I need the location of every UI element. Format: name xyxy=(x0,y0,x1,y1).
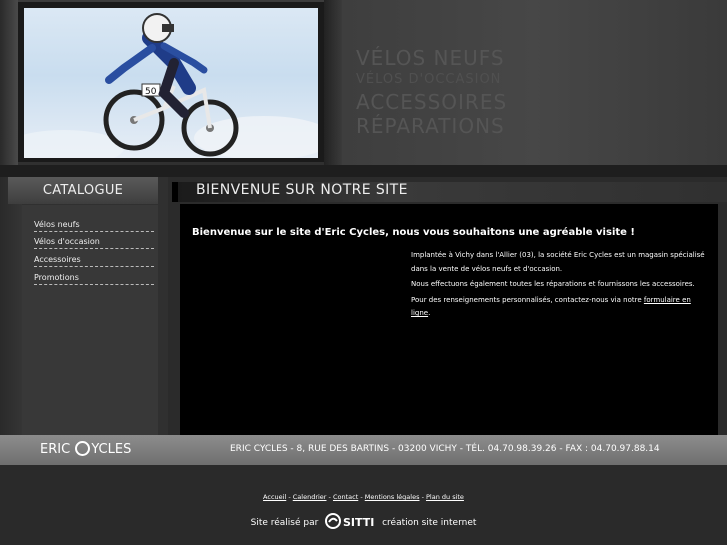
intro-text: Implantée à Vichy dans l'Allier (03), la… xyxy=(411,249,705,323)
sidebar-edge xyxy=(0,177,22,435)
credit-suffix: création site internet xyxy=(382,518,477,528)
footer-link-accueil[interactable]: Accueil xyxy=(263,493,286,501)
main-content-edge xyxy=(718,204,727,435)
sidebar-item-promotions[interactable]: Promotions xyxy=(34,273,154,285)
logo-text-eric: ERIC xyxy=(40,442,71,457)
header-menu-reparations[interactable]: RÉPARATIONS xyxy=(356,114,505,138)
header-strip xyxy=(0,165,727,177)
intro-paragraph-3-end: . xyxy=(428,309,431,317)
logo-c-icon xyxy=(75,441,91,456)
sidebar-item-velos-neufs[interactable]: Vélos neufs xyxy=(34,220,154,232)
logo-text-cycles: YCLES xyxy=(91,442,132,457)
header-menu-velos-occasion[interactable]: VÉLOS D'OCCASION xyxy=(356,72,501,87)
welcome-heading: Bienvenue sur le site d'Eric Cycles, nou… xyxy=(192,227,635,238)
footer-link-mentions-legales[interactable]: Mentions légales xyxy=(365,493,420,501)
footer-link-contact[interactable]: Contact xyxy=(333,493,358,501)
main-title-accent xyxy=(172,182,178,202)
footer-links: Accueil - Calendrier - Contact - Mention… xyxy=(0,493,727,501)
sidebar-item-accessoires[interactable]: Accessoires xyxy=(34,255,154,267)
footer-link-calendrier[interactable]: Calendrier xyxy=(293,493,327,501)
bottom-area xyxy=(0,465,727,545)
footer-link-plan-du-site[interactable]: Plan du site xyxy=(426,493,464,501)
header-divider xyxy=(324,0,342,165)
site-credit: Site réalisé par SITTI création site int… xyxy=(0,513,727,529)
eric-cycles-logo[interactable]: ERIC YCLES xyxy=(40,441,131,457)
header-left-bar xyxy=(0,0,18,165)
credit-prefix: Site réalisé par xyxy=(250,518,319,528)
header-menu-velos-neufs[interactable]: VÉLOS NEUFS xyxy=(356,46,505,70)
header-photo: 50 xyxy=(24,8,318,158)
header-menu-accessoires[interactable]: ACCESSOIRES xyxy=(356,90,507,114)
sitti-logo-text: SITTI xyxy=(343,516,374,529)
bmx-rider-image: 50 xyxy=(24,13,318,158)
footer-address: ERIC CYCLES - 8, RUE DES BARTINS - 03200… xyxy=(230,444,660,454)
intro-paragraph-3: Pour des renseignements personnalisés, c… xyxy=(411,294,705,321)
intro-paragraph-3-text: Pour des renseignements personnalisés, c… xyxy=(411,295,642,304)
page-title: BIENVENUE SUR NOTRE SITE xyxy=(196,182,408,198)
catalogue-title: CATALOGUE xyxy=(42,183,124,198)
number-plate-text: 50 xyxy=(145,87,157,97)
sitti-logo-icon[interactable]: SITTI xyxy=(325,513,375,529)
sidebar-item-velos-occasion[interactable]: Vélos d'occasion xyxy=(34,237,154,249)
intro-paragraph-1: Implantée à Vichy dans l'Allier (03), la… xyxy=(411,251,705,273)
intro-paragraph-2: Nous effectuons également toutes les rép… xyxy=(411,280,695,288)
